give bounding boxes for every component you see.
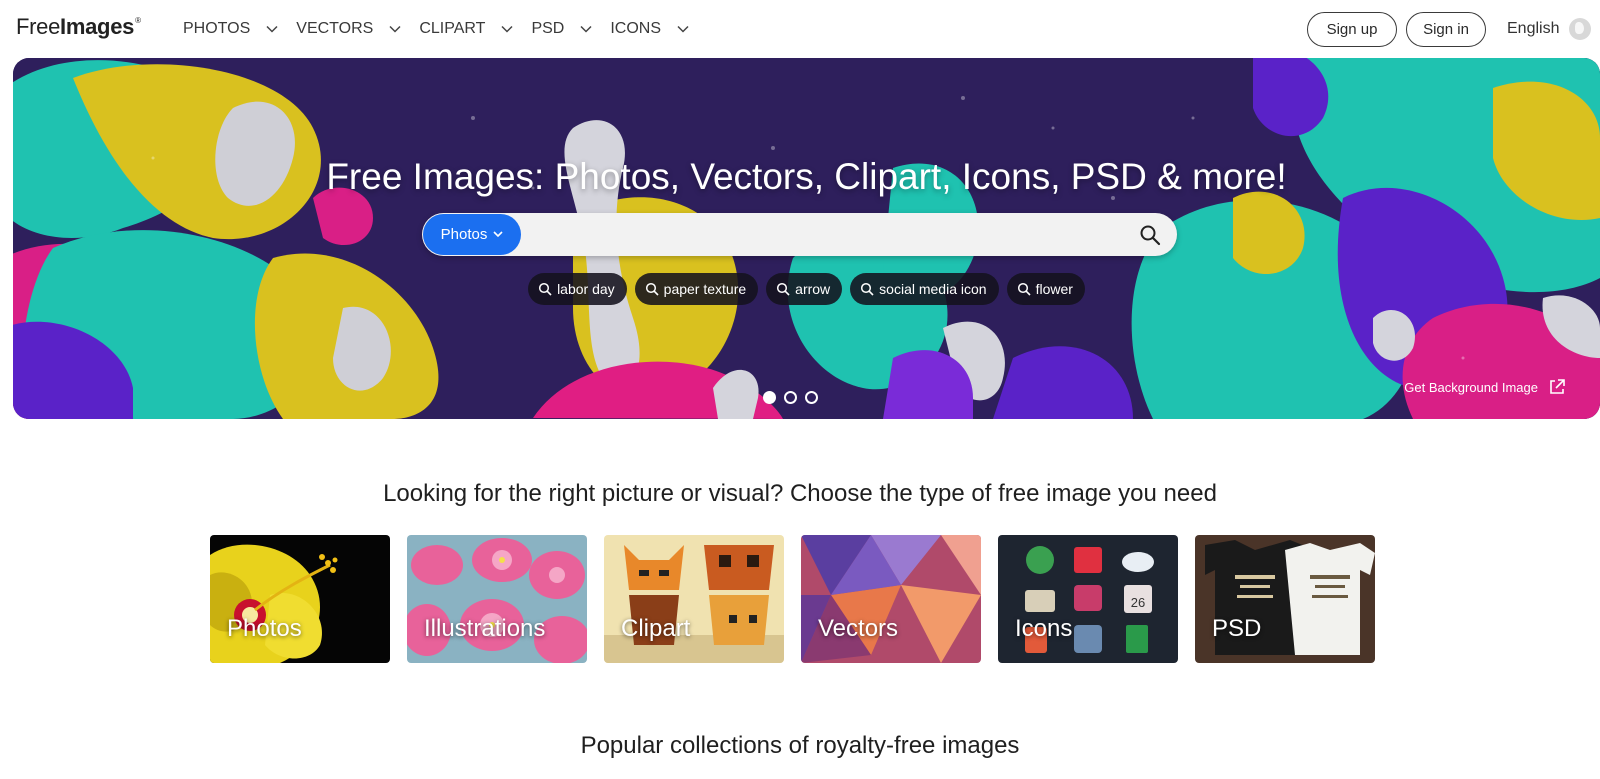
category-label: Icons bbox=[1015, 615, 1073, 642]
tag-label: paper texture bbox=[663, 281, 747, 297]
get-background-label: Get Background Image bbox=[1404, 379, 1538, 395]
search-icon bbox=[538, 282, 552, 296]
chevron-down-icon bbox=[578, 21, 594, 37]
category-section-title: Looking for the right picture or visual?… bbox=[383, 480, 1217, 507]
nav-photos-label: PHOTOS bbox=[183, 20, 251, 37]
category-card-psd[interactable]: PSD bbox=[1195, 535, 1375, 663]
tag-label: flower bbox=[1035, 281, 1073, 297]
carousel-dots bbox=[763, 391, 826, 404]
search-icon bbox=[1017, 282, 1031, 296]
nav-icons-label: ICONS bbox=[610, 20, 662, 37]
category-label: PSD bbox=[1212, 615, 1262, 642]
nav-clipart[interactable]: CLIPART bbox=[419, 20, 515, 38]
tag-chip[interactable]: social media icon bbox=[850, 273, 999, 305]
logo-regular: Free bbox=[16, 14, 61, 39]
psd-thumbnail bbox=[1195, 535, 1375, 663]
chevron-down-icon bbox=[499, 21, 515, 37]
tag-label: arrow bbox=[795, 281, 831, 297]
search-icon bbox=[645, 282, 659, 296]
logo-bold: Images bbox=[60, 14, 135, 39]
vectors-thumbnail bbox=[801, 535, 981, 663]
globe-icon bbox=[1569, 18, 1592, 40]
hero-title: Free Images: Photos, Vectors, Clipart, I… bbox=[326, 156, 1287, 197]
category-label: Clipart bbox=[621, 615, 691, 642]
nav-icons[interactable]: ICONS bbox=[610, 20, 691, 38]
collections-section-title: Popular collections of royalty-free imag… bbox=[580, 732, 1020, 759]
category-card-vectors[interactable]: Vectors bbox=[801, 535, 981, 663]
nav-photos[interactable]: PHOTOS bbox=[183, 20, 280, 38]
category-card-clipart[interactable]: Clipart bbox=[604, 535, 784, 663]
chevron-down-icon bbox=[675, 21, 691, 37]
language-label: English bbox=[1507, 20, 1560, 37]
tag-label: labor day bbox=[557, 281, 615, 297]
category-card-illustrations[interactable]: Illustrations bbox=[407, 535, 587, 663]
nav-psd-label: PSD bbox=[531, 20, 565, 37]
nav-psd[interactable]: PSD bbox=[531, 20, 594, 38]
clipart-thumbnail bbox=[604, 535, 784, 663]
chevron-down-icon bbox=[493, 231, 503, 238]
tag-chip[interactable]: arrow bbox=[766, 273, 843, 305]
icons-thumbnail: 26 bbox=[998, 535, 1178, 663]
category-label: Photos bbox=[227, 615, 302, 642]
sign-up-button[interactable]: Sign up bbox=[1307, 12, 1397, 47]
carousel-dot[interactable] bbox=[805, 391, 818, 404]
site-logo[interactable]: Free Images ® bbox=[16, 14, 141, 40]
category-cards: Photos Illustrations Clipart Vectors 26 … bbox=[210, 535, 1392, 663]
search-type-label: Photos bbox=[440, 226, 488, 243]
tag-chip[interactable]: flower bbox=[1006, 273, 1085, 305]
svg-text:26: 26 bbox=[1131, 595, 1145, 610]
search-bar: Photos bbox=[422, 213, 1177, 256]
tag-chip[interactable]: labor day bbox=[528, 273, 627, 305]
sign-in-button[interactable]: Sign in bbox=[1406, 12, 1486, 47]
nav-vectors-label: VECTORS bbox=[296, 20, 374, 37]
category-label: Illustrations bbox=[424, 615, 546, 642]
search-icon[interactable] bbox=[1139, 224, 1161, 246]
nav-vectors[interactable]: VECTORS bbox=[296, 20, 403, 38]
site-header: Free Images ® PHOTOS VECTORS CLIPART PSD I… bbox=[0, 0, 1600, 58]
tag-label: social media icon bbox=[879, 281, 987, 297]
category-label: Vectors bbox=[818, 615, 899, 642]
search-input[interactable] bbox=[530, 217, 1130, 252]
nav-clipart-label: CLIPART bbox=[419, 20, 486, 37]
carousel-dot[interactable] bbox=[763, 391, 776, 404]
photos-thumbnail bbox=[210, 535, 390, 663]
logo-mark: ® bbox=[135, 16, 141, 25]
search-icon bbox=[860, 282, 874, 296]
trending-tags: labor day paper texture arrow social med… bbox=[13, 273, 1600, 305]
chevron-down-icon bbox=[387, 21, 403, 37]
category-card-photos[interactable]: Photos bbox=[210, 535, 390, 663]
search-type-dropdown[interactable]: Photos bbox=[423, 214, 521, 255]
language-selector[interactable]: English bbox=[1507, 18, 1592, 40]
tag-chip[interactable]: paper texture bbox=[634, 273, 759, 305]
hero-banner: Free Images: Photos, Vectors, Clipart, I… bbox=[13, 58, 1600, 419]
illustrations-thumbnail bbox=[407, 535, 587, 663]
get-background-image-link[interactable]: Get Background Image bbox=[1404, 378, 1566, 396]
main-nav: PHOTOS VECTORS CLIPART PSD ICONS bbox=[183, 0, 707, 58]
external-link-icon bbox=[1548, 378, 1566, 396]
search-icon bbox=[776, 282, 790, 296]
chevron-down-icon bbox=[264, 21, 280, 37]
category-card-icons[interactable]: 26 Icons bbox=[998, 535, 1178, 663]
carousel-dot[interactable] bbox=[784, 391, 797, 404]
